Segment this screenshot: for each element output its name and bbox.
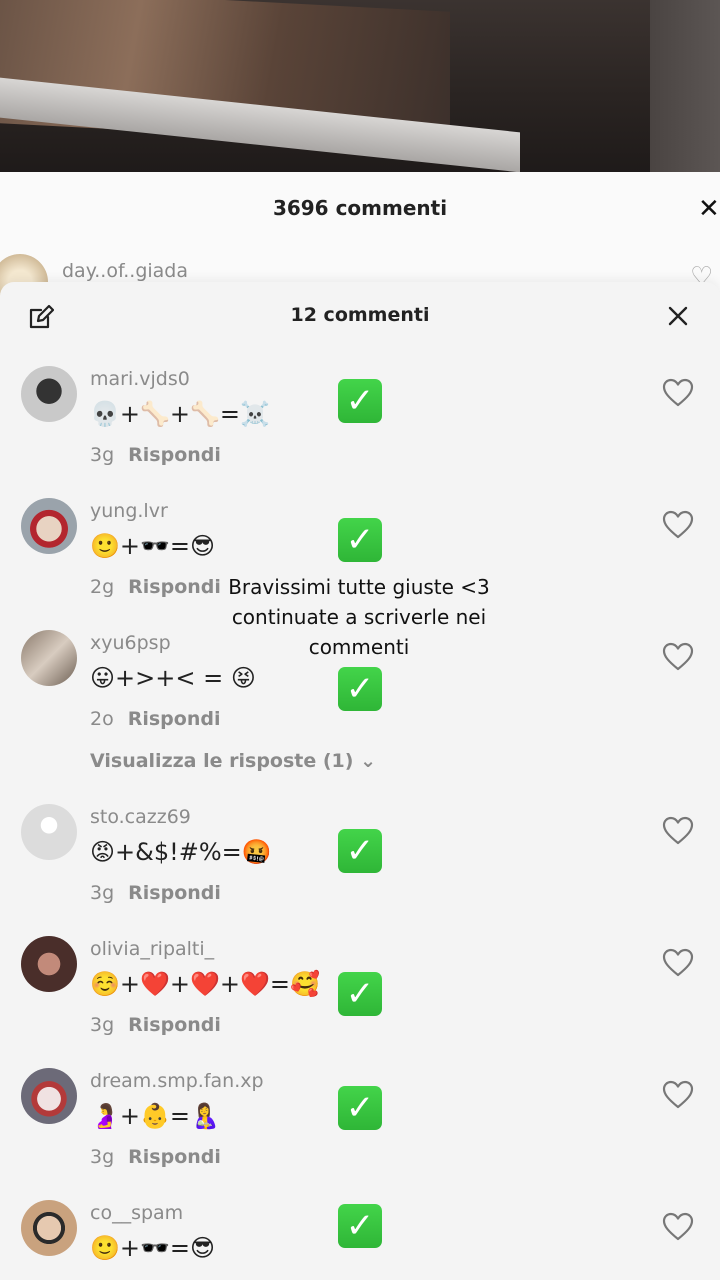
comment-text: 😡+&$!#%=🤬 <box>90 838 272 866</box>
comment-username[interactable]: sto.cazz69 <box>90 806 191 828</box>
comment-username[interactable]: dream.smp.fan.xp <box>90 1070 264 1092</box>
comment-text: 💀+🦴+🦴=☠️ <box>90 400 270 428</box>
comment-username[interactable]: day..of..giada <box>62 260 188 282</box>
comment-text: 😛+>+< = 😝 <box>90 664 256 692</box>
reply-button[interactable]: Rispondi <box>128 708 221 730</box>
avatar[interactable] <box>21 936 77 992</box>
overlay-caption: Bravissimi tutte giuste <3 continuate a … <box>228 575 490 659</box>
comment-meta: 3g Rispondi <box>90 1014 221 1036</box>
heart-icon[interactable] <box>662 378 694 408</box>
close-icon[interactable] <box>666 304 690 328</box>
comment-meta: 3g Rispondi <box>90 882 221 904</box>
avatar[interactable] <box>21 498 77 554</box>
checkmark-icon: ✓ <box>338 1204 382 1248</box>
checkmark-icon: ✓ <box>338 667 382 711</box>
comment-meta: 3g Rispondi <box>90 1146 221 1168</box>
comment-time: 2o <box>90 708 114 730</box>
comments-count-title: 3696 commenti <box>272 196 448 220</box>
comment-username[interactable]: mari.vjds0 <box>90 368 190 390</box>
comment-text: 🙂+🕶️=😎 <box>90 532 216 560</box>
checkmark-icon: ✓ <box>338 1086 382 1130</box>
checkmark-icon: ✓ <box>338 972 382 1016</box>
close-icon[interactable]: ✕ <box>698 194 720 224</box>
comment-time: 2g <box>90 576 115 598</box>
comment-meta: 2o Rispondi <box>90 708 220 730</box>
checkmark-icon: ✓ <box>338 829 382 873</box>
heart-icon[interactable] <box>662 1212 694 1242</box>
avatar[interactable] <box>21 1068 77 1124</box>
comment-username[interactable]: yung.lvr <box>90 500 168 522</box>
heart-icon[interactable] <box>662 1080 694 1110</box>
comment-time: 3g <box>90 882 115 904</box>
avatar[interactable] <box>21 1200 77 1256</box>
replies-sheet: 12 commenti mari.vjds0 💀+🦴+🦴=☠️ 3g Rispon… <box>0 282 720 1280</box>
comment-time: 3g <box>90 1146 115 1168</box>
view-replies-label: Visualizza le risposte (1) <box>90 750 354 772</box>
checkmark-icon: ✓ <box>338 518 382 562</box>
avatar[interactable] <box>21 804 77 860</box>
comment-username[interactable]: xyu6psp <box>90 632 171 654</box>
heart-icon[interactable] <box>662 948 694 978</box>
comment-time: 3g <box>90 1014 115 1036</box>
sheet-title: 12 commenti <box>290 304 430 326</box>
heart-icon[interactable] <box>662 642 694 672</box>
chevron-down-icon: ⌄ <box>360 750 377 772</box>
heart-icon[interactable] <box>662 816 694 846</box>
sheet-header: 12 commenti <box>0 282 720 350</box>
comment-text: ☺️+❤️+❤️+❤️=🥰 <box>90 970 320 998</box>
video-background <box>0 0 720 175</box>
comment-time: 3g <box>90 444 115 466</box>
checkmark-icon: ✓ <box>338 379 382 423</box>
video-right-panel <box>650 0 720 175</box>
comment-text: 🙂+🕶️=😎 <box>90 1234 216 1262</box>
reply-button[interactable]: Rispondi <box>128 882 221 904</box>
avatar[interactable] <box>21 366 77 422</box>
comment-username[interactable]: olivia_ripalti_ <box>90 938 214 960</box>
avatar[interactable] <box>21 630 77 686</box>
reply-button[interactable]: Rispondi <box>128 1146 221 1168</box>
reply-button[interactable]: Rispondi <box>128 1014 221 1036</box>
heart-icon[interactable] <box>662 510 694 540</box>
view-replies-button[interactable]: Visualizza le risposte (1) ⌄ <box>90 750 376 772</box>
comment-meta: 3g Rispondi <box>90 444 221 466</box>
comment-text: 🤰+👶=🤱 <box>90 1102 220 1130</box>
reply-button[interactable]: Rispondi <box>128 444 221 466</box>
comment-username[interactable]: co__spam <box>90 1202 183 1224</box>
